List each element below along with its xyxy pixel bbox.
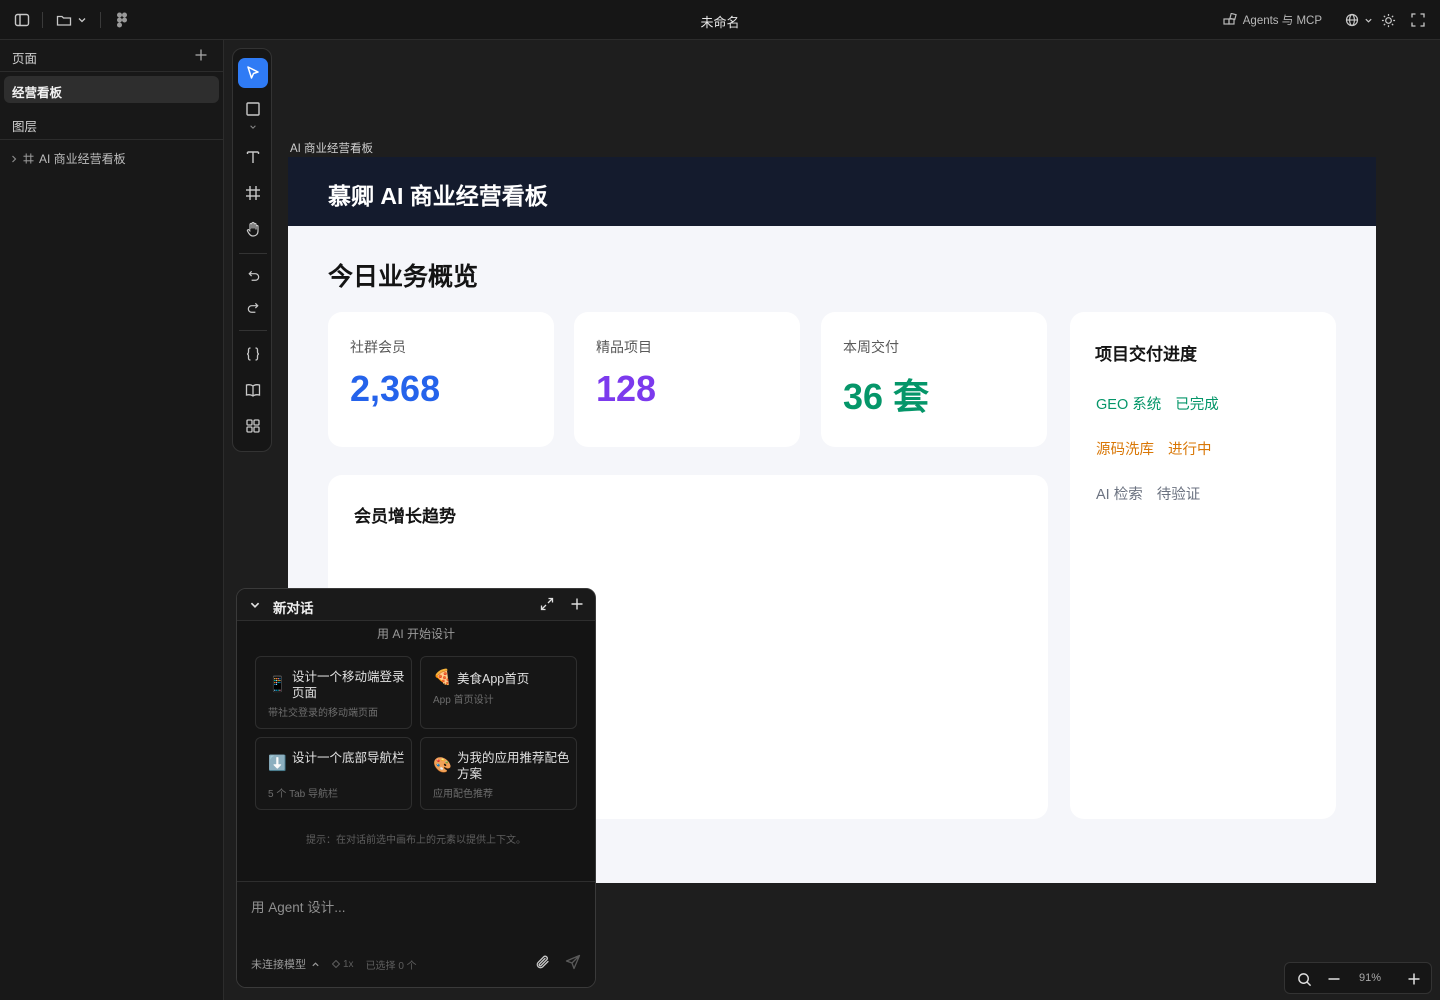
components-grid-icon[interactable] bbox=[238, 411, 268, 441]
stat-label: 精品项目 bbox=[596, 339, 652, 355]
new-chat-plus-icon[interactable] bbox=[571, 598, 583, 610]
chat-title: 新对话 bbox=[273, 601, 314, 616]
stat-card-projects: 精品项目 128 bbox=[574, 312, 800, 447]
divider bbox=[0, 139, 224, 140]
selection-count: 已选择 0 个 bbox=[365, 960, 417, 972]
suggestion-card[interactable]: ⬇️ 设计一个底部导航栏 5 个 Tab 导航栏 bbox=[255, 737, 412, 810]
chevron-down-icon[interactable] bbox=[1358, 10, 1378, 30]
mobile-phone-icon: 📱 bbox=[268, 676, 287, 693]
chevron-right-icon[interactable] bbox=[10, 155, 18, 163]
chat-footer: 未连接模型 1x 已选择 0 个 bbox=[251, 956, 417, 972]
progress-name: 源码洗库 bbox=[1096, 442, 1154, 458]
frame-tool-icon[interactable] bbox=[238, 178, 268, 208]
progress-status: 已完成 bbox=[1175, 397, 1219, 413]
stat-label: 社群会员 bbox=[350, 339, 406, 355]
progress-row: 源码洗库 进行中 bbox=[1096, 438, 1212, 459]
multiplier[interactable]: 1x bbox=[332, 959, 354, 970]
agents-icon bbox=[1223, 13, 1237, 25]
stat-value: 2,368 bbox=[350, 368, 441, 409]
progress-name: AI 检索 bbox=[1096, 487, 1143, 503]
download-arrow-icon: ⬇️ bbox=[268, 755, 287, 772]
collapse-chevron-icon[interactable] bbox=[249, 599, 261, 611]
hand-tool-icon[interactable] bbox=[238, 214, 268, 244]
undo-icon[interactable] bbox=[238, 261, 268, 291]
suggestion-title: 设计一个底部导航栏 bbox=[292, 751, 405, 765]
stat-label: 本周交付 bbox=[843, 339, 899, 355]
progress-status: 待验证 bbox=[1156, 487, 1201, 503]
frame-label[interactable]: AI 商业经营看板 bbox=[290, 140, 373, 156]
suggestion-card[interactable]: 🍕 美食App首页 App 首页设计 bbox=[420, 656, 577, 729]
zoom-in-plus-icon[interactable] bbox=[1405, 970, 1423, 988]
theme-sun-icon[interactable] bbox=[1378, 10, 1398, 30]
divider bbox=[239, 330, 267, 331]
agent-prompt-input[interactable]: 用 Agent 设计... 未连接模型 1x 已选择 0 个 bbox=[237, 881, 595, 987]
suggestion-card[interactable]: 🎨 为我的应用推荐配色方案 应用配色推荐 bbox=[420, 737, 577, 810]
top-bar: 未命名 Agents 与 MCP bbox=[0, 0, 1440, 40]
zoom-search-icon[interactable] bbox=[1295, 970, 1313, 988]
dashboard-header: 慕卿 AI 商业经营看板 bbox=[288, 157, 1376, 226]
stat-value: 36 套 bbox=[843, 376, 930, 417]
progress-title: 项目交付进度 bbox=[1095, 345, 1197, 364]
layers-heading: 图层 bbox=[12, 120, 38, 134]
add-page-button[interactable] bbox=[195, 46, 207, 66]
book-icon[interactable] bbox=[238, 375, 268, 405]
suggestion-title: 为我的应用推荐配色方案 bbox=[457, 751, 570, 781]
progress-name: GEO 系统 bbox=[1096, 397, 1162, 413]
stat-card-members: 社群会员 2,368 bbox=[328, 312, 554, 447]
palette-icon: 🎨 bbox=[433, 757, 452, 774]
multiplier-label: 1x bbox=[343, 958, 354, 970]
tool-palette bbox=[232, 48, 272, 452]
dashboard-title: 慕卿 AI 商业经营看板 bbox=[328, 183, 548, 209]
suggestion-desc: App 首页设计 bbox=[433, 695, 494, 706]
suggestion-desc: 带社交登录的移动端页面 bbox=[268, 708, 378, 719]
attachment-paperclip-icon[interactable] bbox=[535, 954, 551, 970]
progress-row: AI 检索 待验证 bbox=[1096, 483, 1200, 504]
suggestion-title: 美食App首页 bbox=[457, 672, 530, 686]
pages-heading: 页面 bbox=[12, 52, 38, 66]
suggestion-desc: 应用配色推荐 bbox=[433, 789, 493, 800]
plus-icon bbox=[195, 49, 207, 61]
fullscreen-icon[interactable] bbox=[1408, 10, 1428, 30]
select-tool-icon[interactable] bbox=[238, 58, 268, 88]
send-icon[interactable] bbox=[565, 954, 581, 970]
model-selector[interactable]: 未连接模型 bbox=[251, 956, 320, 972]
expand-icon[interactable] bbox=[540, 597, 554, 611]
divider bbox=[0, 71, 224, 72]
redo-icon[interactable] bbox=[238, 293, 268, 323]
text-tool-icon[interactable] bbox=[238, 142, 268, 172]
chat-hint: 提示：在对话前选中画布上的元素以提供上下文。 bbox=[306, 835, 526, 846]
left-sidebar: 页面 经营看板 图层 AI 商业经营看板 bbox=[0, 40, 224, 1000]
layer-label: AI 商业经营看板 bbox=[39, 152, 126, 166]
page-item-dashboard[interactable]: 经营看板 bbox=[4, 76, 219, 103]
chat-header: 新对话 bbox=[237, 589, 595, 621]
shape-menu-chevron-icon[interactable] bbox=[238, 119, 268, 135]
suggestion-desc: 5 个 Tab 导航栏 bbox=[268, 789, 339, 800]
pizza-icon: 🍕 bbox=[433, 669, 452, 686]
suggestion-card[interactable]: 📱 设计一个移动端登录页面 带社交登录的移动端页面 bbox=[255, 656, 412, 729]
agents-mcp-button[interactable]: Agents 与 MCP bbox=[1223, 12, 1322, 28]
ai-chat-panel: 新对话 用 AI 开始设计 📱 设计一个移动端登录页面 带社交登录的移动端页面 … bbox=[236, 588, 596, 988]
divider bbox=[239, 253, 267, 254]
growth-title: 会员增长趋势 bbox=[354, 507, 456, 526]
frame-icon bbox=[23, 153, 34, 164]
section-title: 今日业务概览 bbox=[328, 263, 479, 291]
zoom-control: 91% bbox=[1284, 962, 1432, 994]
chevron-up-icon bbox=[312, 961, 319, 966]
stat-value: 128 bbox=[596, 368, 657, 409]
progress-status: 进行中 bbox=[1168, 442, 1212, 458]
model-label: 未连接模型 bbox=[251, 959, 306, 971]
zoom-level[interactable]: 91% bbox=[1359, 972, 1381, 984]
zoom-out-minus-icon[interactable] bbox=[1325, 970, 1343, 988]
suggestion-title: 设计一个移动端登录页面 bbox=[292, 670, 405, 700]
progress-row: GEO 系统 已完成 bbox=[1096, 393, 1219, 414]
diamond-icon bbox=[332, 960, 340, 968]
layer-item[interactable]: AI 商业经营看板 bbox=[10, 150, 126, 167]
stat-card-deliveries: 本周交付 36 套 bbox=[821, 312, 1047, 447]
chat-subtitle: 用 AI 开始设计 bbox=[376, 627, 455, 641]
progress-panel: 项目交付进度 GEO 系统 已完成 源码洗库 进行中 AI 检索 待验证 bbox=[1070, 312, 1336, 819]
agents-label: Agents 与 MCP bbox=[1242, 15, 1322, 27]
input-placeholder: 用 Agent 设计... bbox=[251, 900, 346, 915]
code-braces-icon[interactable] bbox=[238, 339, 268, 369]
